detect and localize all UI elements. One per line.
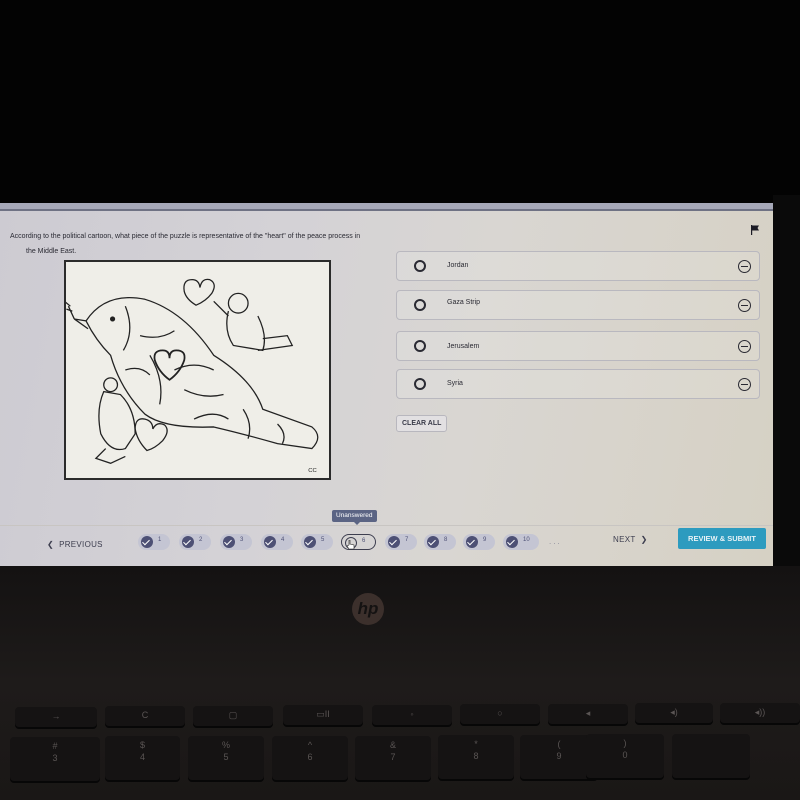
- answer-option-syria[interactable]: Syria: [396, 369, 760, 399]
- heart-piece-held-bottom: [134, 418, 168, 452]
- previous-label: PREVIOUS: [59, 540, 103, 549]
- radio-button[interactable]: [414, 378, 426, 390]
- chevron-left-icon: ❮: [47, 540, 60, 549]
- answer-label: Syria: [447, 380, 463, 387]
- footer-divider: [0, 525, 773, 526]
- check-icon: [427, 536, 439, 548]
- answer-label: Jerusalem: [447, 343, 480, 350]
- question-prompt: According to the political cartoon, what…: [10, 229, 370, 259]
- question-nav-9[interactable]: 9: [463, 534, 495, 550]
- check-icon: [182, 536, 194, 548]
- keyboard-key: C: [105, 706, 185, 726]
- check-icon: [506, 536, 518, 548]
- cartoon-drawing: CC: [64, 278, 319, 474]
- next-button[interactable]: NEXT ❯: [613, 535, 648, 544]
- clear-all-button[interactable]: CLEAR ALL: [396, 415, 448, 432]
- question-nav-7[interactable]: 7: [385, 534, 417, 550]
- question-number: 3: [240, 537, 244, 543]
- answer-option-jordan[interactable]: Jordan: [396, 251, 760, 281]
- answer-label: Jordan: [447, 262, 469, 269]
- question-number: 1: [158, 537, 162, 543]
- check-icon: [466, 536, 478, 548]
- keyboard-key: [672, 734, 750, 778]
- keyboard-key: ○: [460, 704, 540, 724]
- question-number: 10: [523, 537, 530, 543]
- check-icon: [304, 536, 316, 548]
- eliminate-option-icon[interactable]: [738, 340, 751, 353]
- question-nav-10[interactable]: 10: [503, 534, 539, 550]
- question-number: 2: [199, 537, 203, 543]
- keyboard-key: ▭II: [283, 705, 363, 725]
- question-nav-1[interactable]: 1: [138, 534, 170, 550]
- check-icon: [388, 536, 400, 548]
- hp-logo: hp: [352, 593, 384, 625]
- keyboard-key: ◂: [548, 704, 628, 724]
- question-number: 8: [444, 537, 448, 543]
- question-nav-3[interactable]: 3: [220, 534, 252, 550]
- question-number: 6: [362, 538, 366, 544]
- answer-option-jerusalem[interactable]: Jerusalem: [396, 331, 760, 361]
- keyboard-key: ◦: [372, 705, 452, 725]
- question-number: 4: [281, 537, 285, 543]
- keyboard-key: #3: [10, 737, 100, 781]
- keyboard-key: ) 0: [586, 734, 664, 778]
- keyboard-key: $4: [105, 736, 180, 780]
- keyboard-key: ^ 6: [272, 736, 348, 780]
- radio-button[interactable]: [414, 340, 426, 352]
- previous-button[interactable]: ❮ PREVIOUS: [47, 540, 103, 549]
- question-text-line1: According to the political cartoon, what…: [10, 233, 361, 240]
- top-bar: [0, 203, 773, 211]
- check-icon: [264, 536, 276, 548]
- laptop-bezel-top: [0, 0, 800, 203]
- question-nav-2[interactable]: 2: [179, 534, 211, 550]
- radio-button[interactable]: [414, 260, 426, 272]
- keyboard-key: * 8: [438, 735, 514, 779]
- check-icon: [223, 536, 235, 548]
- political-cartoon-image: CC: [64, 260, 331, 480]
- keyboard-key: & 7: [355, 736, 431, 780]
- eliminate-option-icon[interactable]: [738, 378, 751, 391]
- cartoon-signature: CC: [308, 468, 317, 474]
- question-text-line2: the Middle East.: [26, 248, 77, 255]
- chevron-right-icon: ❯: [635, 535, 648, 544]
- heart-piece-held-top: [183, 278, 215, 306]
- review-submit-button[interactable]: REVIEW & SUBMIT: [678, 528, 766, 549]
- question-number: 9: [483, 537, 487, 543]
- question-number: 5: [321, 537, 325, 543]
- dove-outline: [85, 297, 319, 450]
- eliminate-option-icon[interactable]: [738, 260, 751, 273]
- question-nav-4[interactable]: 4: [261, 534, 293, 550]
- more-questions-ellipsis[interactable]: ...: [549, 537, 562, 546]
- unanswered-tooltip: Unanswered: [332, 510, 377, 525]
- check-icon: [141, 536, 153, 548]
- keyboard-key: % 5: [188, 736, 264, 780]
- question-number: 7: [405, 537, 409, 543]
- answer-label: Gaza Strip: [447, 299, 481, 306]
- eliminate-option-icon[interactable]: [738, 299, 751, 312]
- keyboard-key: →: [15, 707, 97, 727]
- question-nav-8[interactable]: 8: [424, 534, 456, 550]
- next-label: NEXT: [613, 535, 636, 544]
- laptop-bezel-right: [773, 195, 800, 575]
- quiz-screen: According to the political cartoon, what…: [0, 203, 773, 566]
- keyboard-key: ◂): [635, 703, 713, 723]
- keyboard-key: ◂)): [720, 703, 800, 723]
- answer-option-gaza-strip[interactable]: Gaza Strip: [396, 290, 760, 320]
- hand-cursor-icon: [347, 540, 355, 550]
- flag-icon[interactable]: [750, 225, 760, 235]
- radio-button[interactable]: [414, 299, 426, 311]
- question-nav-5[interactable]: 5: [301, 534, 333, 550]
- keyboard-key: ▢: [193, 706, 273, 726]
